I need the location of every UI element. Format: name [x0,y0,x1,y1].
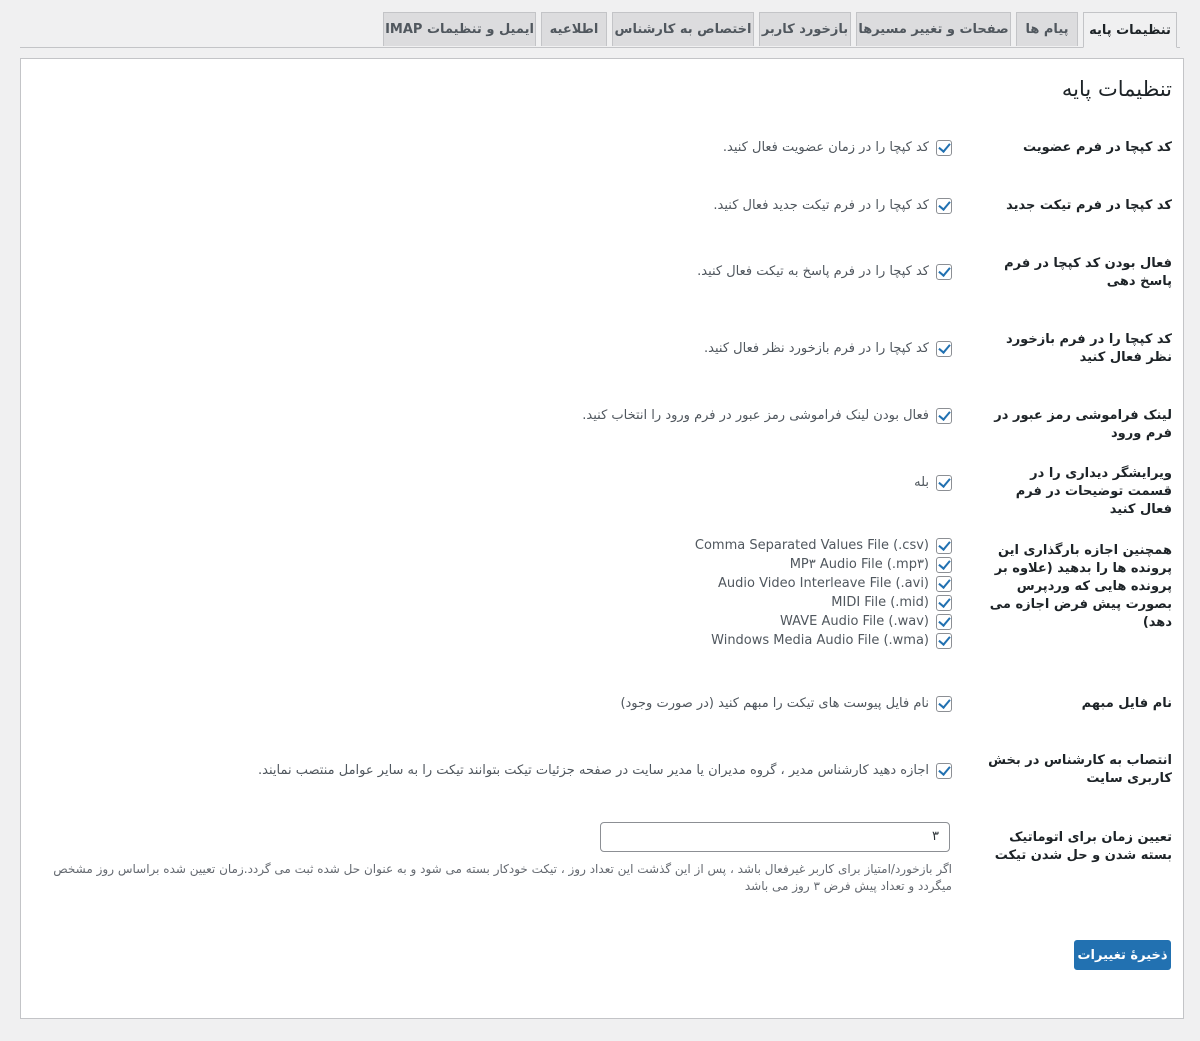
tab-user-feedback[interactable]: بازخورد کاربر [759,12,851,46]
checkbox-file-wav[interactable] [936,613,952,630]
option-text: کد کپچا را در فرم پاسخ به تیکت فعال کنید… [697,264,929,279]
option-text: WAVE Audio File (.wav) [780,614,929,629]
option-file-avi: Audio Video Interleave File (.avi) [718,574,952,593]
option-assign-agent: اجازه دهید کارشناس مدیر ، گروه مدیران یا… [258,761,952,780]
label-assign-agent: انتصاب به کارشناس در بخش کاربری سایت [988,753,1172,786]
option-text: بله [914,475,929,490]
page-title: تنظیمات پایه [1061,77,1172,101]
option-captcha-register: کد کپچا را در زمان عضویت فعال کنید. [723,138,952,157]
checkbox-captcha-new-ticket[interactable] [936,197,952,214]
checkbox-forgot-password[interactable] [936,407,952,424]
option-text: کد کپچا را در زمان عضویت فعال کنید. [722,140,929,155]
option-text: فعال بودن لینک فراموشی رمز عبور در فرم و… [582,408,929,423]
checkbox-visual-editor[interactable] [936,474,952,491]
option-file-mid: MIDI File (.mid) [831,593,952,612]
option-obscure-filename: نام فایل پیوست های تیکت را مبهم کنید (در… [620,694,952,713]
label-obscure-filename: نام فایل مبهم [1081,696,1172,711]
option-captcha-reply: کد کپچا را در فرم پاسخ به تیکت فعال کنید… [697,262,952,281]
option-file-mp3: MP۳ Audio File (.mp۳) [790,555,952,574]
tab-basic-settings[interactable]: تنظیمات پایه [1083,12,1177,48]
checkbox-captcha-feedback[interactable] [936,340,952,357]
label-captcha-reply: فعال بودن کد کپچا در فرم پاسخ دهی [1004,256,1172,289]
option-file-wma: Windows Media Audio File (.wma) [711,631,952,650]
option-file-csv: Comma Separated Values File (.csv) [695,536,952,555]
tab-notifications[interactable]: اطلاعیه [541,12,607,46]
option-text: Windows Media Audio File (.wma) [711,633,929,648]
checkbox-captcha-register[interactable] [936,139,952,156]
label-auto-close: تعیین زمان برای اتوماتیک بسته شدن و حل ش… [994,830,1172,863]
checkbox-assign-agent[interactable] [936,762,952,779]
label-captcha-feedback: کد کپچا را در فرم بازخورد نظر فعال کنید [1006,332,1172,365]
option-file-wav: WAVE Audio File (.wav) [780,612,952,631]
tab-assign-agent[interactable]: اختصاص به کارشناس [612,12,754,46]
option-visual-editor: بله [914,473,952,492]
option-text: MP۳ Audio File (.mp۳) [789,557,929,572]
auto-close-days-input[interactable]: ۳ [600,822,950,852]
option-forgot-password: فعال بودن لینک فراموشی رمز عبور در فرم و… [582,406,952,425]
checkbox-file-avi[interactable] [936,575,952,592]
option-text: Audio Video Interleave File (.avi) [718,576,929,591]
label-visual-editor: ویرایشگر دیداری را در قسمت توضیحات در فر… [1015,466,1172,517]
checkbox-file-mid[interactable] [936,594,952,611]
label-captcha-new-ticket: کد کپچا در فرم تیکت جدید [1006,198,1172,213]
checkbox-captcha-reply[interactable] [936,263,952,280]
tab-pages-redirects[interactable]: صفحات و تغییر مسیرها [856,12,1011,46]
save-changes-button[interactable]: ذخیرهٔ تغییرات [1074,940,1171,970]
checkbox-file-mp3[interactable] [936,556,952,573]
option-text: نام فایل پیوست های تیکت را مبهم کنید (در… [620,696,929,711]
tab-messages[interactable]: پیام ها [1016,12,1078,46]
settings-tab-bar: تنظیمات پایه پیام ها صفحات و تغییر مسیره… [20,0,1180,48]
checkbox-file-wma[interactable] [936,632,952,649]
option-text: کد کپچا را در فرم تیکت جدید فعال کنید. [713,198,929,213]
option-text: اجازه دهید کارشناس مدیر ، گروه مدیران یا… [258,763,929,778]
label-file-types: همچنین اجازه بارگذاری این پرونده ها را ب… [989,543,1172,630]
label-captcha-register: کد کپچا در فرم عضویت [1022,140,1172,155]
option-text: کد کپچا را در فرم بازخورد نظر فعال کنید. [704,341,929,356]
label-forgot-password: لینک فراموشی رمز عبور در فرم ورود [994,408,1172,441]
auto-close-description: اگر بازخورد/امتیاز برای کاربر غیرفعال با… [53,862,952,893]
option-text: MIDI File (.mid) [831,595,929,610]
checkbox-file-csv[interactable] [936,537,952,554]
option-text: Comma Separated Values File (.csv) [694,538,929,553]
option-captcha-new-ticket: کد کپچا را در فرم تیکت جدید فعال کنید. [713,196,952,215]
checkbox-obscure-filename[interactable] [936,695,952,712]
option-captcha-feedback: کد کپچا را در فرم بازخورد نظر فعال کنید. [704,339,952,358]
tab-email-imap[interactable]: ایمیل و تنظیمات IMAP [383,12,536,46]
